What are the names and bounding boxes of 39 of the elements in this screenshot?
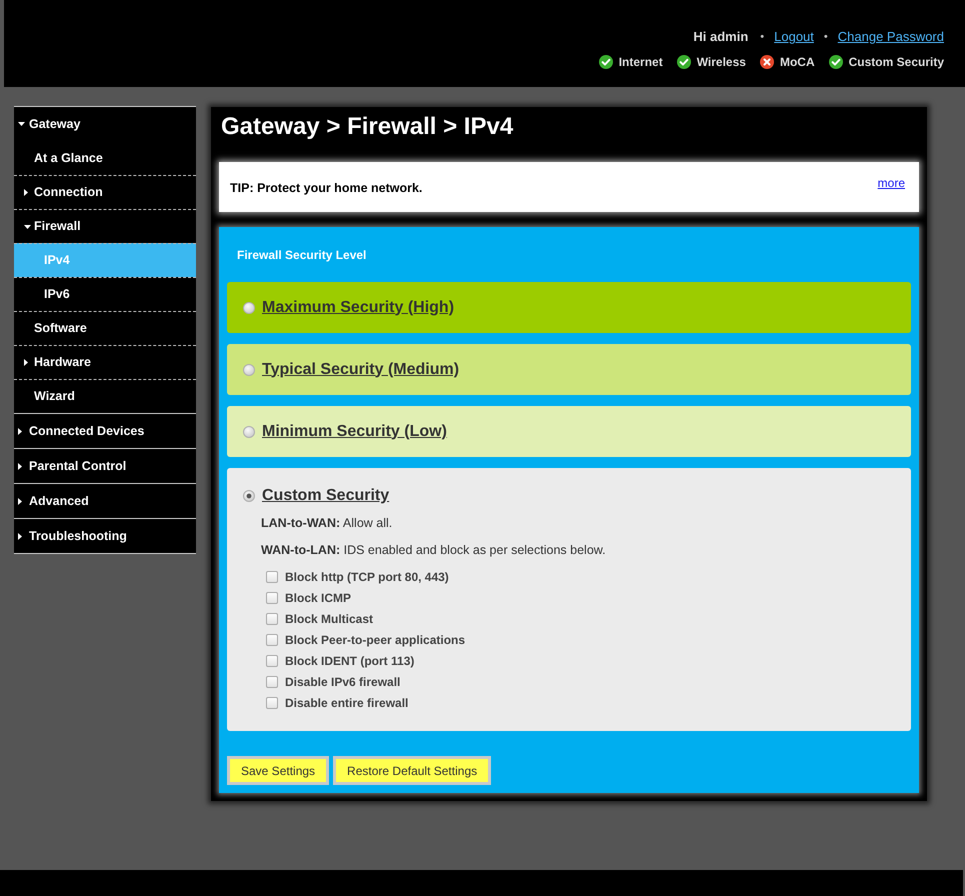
- status-label: Internet: [618, 54, 663, 71]
- radio-button[interactable]: [243, 426, 255, 438]
- separator-dot: •: [824, 30, 828, 45]
- status-label: Custom Security: [848, 54, 944, 71]
- tip-text: TIP: Protect your home network.: [230, 180, 422, 197]
- checkbox[interactable]: [266, 570, 278, 582]
- checkbox[interactable]: [266, 612, 278, 624]
- action-button[interactable]: Restore Default Settings: [333, 756, 492, 785]
- header-link[interactable]: Logout: [774, 27, 814, 47]
- section-heading: Firewall Security Level: [236, 247, 368, 260]
- checkbox-label: Block Peer-to-peer applications: [285, 632, 466, 648]
- checkbox[interactable]: [266, 592, 278, 604]
- radio-button[interactable]: [243, 364, 255, 376]
- separator-dot: •: [760, 30, 764, 45]
- rule-description: WAN-to-LAN: IDS enabled and block as per selections below.: [261, 542, 607, 559]
- rule-description: LAN-to-WAN: Allow all.: [261, 515, 394, 532]
- header-link[interactable]: Change Password: [838, 27, 944, 47]
- checkbox[interactable]: [266, 634, 278, 646]
- checkbox-label: Disable entire firewall: [285, 694, 408, 712]
- radio-button[interactable]: [243, 490, 255, 502]
- security-level-link[interactable]: Custom Security: [262, 484, 390, 508]
- checkbox-label: Block IDENT (port 113): [285, 652, 414, 670]
- security-level-link[interactable]: Typical Security (Medium): [262, 358, 460, 382]
- security-level-link[interactable]: Minimum Security (Low): [262, 420, 447, 444]
- more-link[interactable]: more: [878, 174, 905, 192]
- page-title: Gateway > Firewall > IPv4: [220, 112, 514, 142]
- security-level-link[interactable]: Maximum Security (High): [262, 296, 454, 320]
- checkbox[interactable]: [266, 676, 278, 688]
- status-label: Wireless: [696, 54, 746, 71]
- checkbox-label: Block ICMP: [285, 590, 352, 606]
- greeting-text: Hi admin: [693, 28, 748, 46]
- radio-button[interactable]: [243, 302, 255, 314]
- status-label: MoCA: [780, 54, 815, 71]
- action-button[interactable]: Save Settings: [227, 756, 330, 785]
- checkbox[interactable]: [266, 696, 278, 708]
- checkbox-label: Disable IPv6 firewall: [285, 674, 400, 690]
- checkbox[interactable]: [266, 654, 278, 666]
- checkbox-label: Block Multicast: [285, 610, 374, 628]
- checkbox-label: Block http (TCP port 80, 443): [285, 568, 449, 586]
